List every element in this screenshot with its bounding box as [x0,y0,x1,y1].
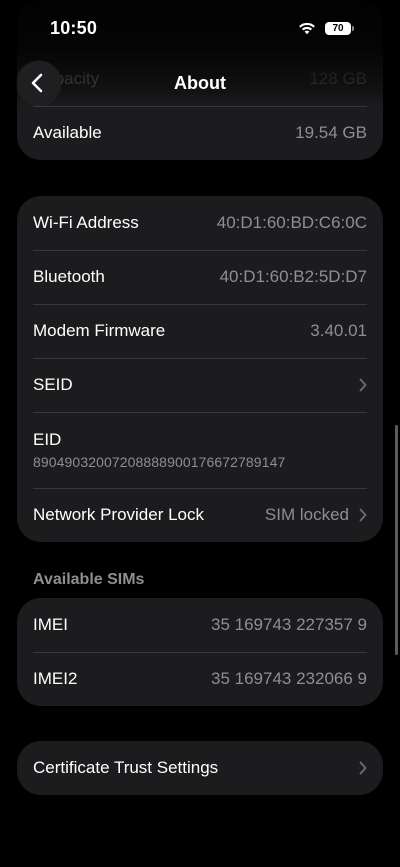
available-sims-header: Available SIMs [33,571,145,588]
modem-firmware-value: 3.40.01 [310,321,367,340]
bluetooth-value: 40:D1:60:B2:5D:D7 [219,267,367,286]
seid-row[interactable]: SEID [17,358,383,412]
imei2-label: IMEI2 [33,669,78,688]
network-provider-lock-row[interactable]: Network Provider Lock SIM locked [17,488,383,542]
network-provider-lock-label: Network Provider Lock [33,505,205,524]
imei-row: IMEI 35 169743 227357 9 [17,598,383,652]
bluetooth-label: Bluetooth [33,267,105,286]
certificate-trust-settings-row[interactable]: Certificate Trust Settings [17,741,383,795]
eid-row: EID 89049032007208888900176672789147 [17,412,383,488]
modem-firmware-row: Modem Firmware 3.40.01 [17,304,383,358]
battery-icon: 70 [325,22,351,35]
chevron-right-icon [359,378,367,392]
network-provider-lock-value: SIM locked [264,505,349,524]
available-label: Available [33,123,102,142]
available-row: Available 19.54 GB [17,106,383,160]
certificate-trust-group: Certificate Trust Settings [17,741,383,795]
imei-label: IMEI [33,615,68,634]
wifi-address-value: 40:D1:60:BD:C6:0C [216,213,367,232]
eid-value: 89049032007208888900176672789147 [33,454,286,470]
seid-label: SEID [33,375,73,394]
scroll-indicator[interactable] [395,425,398,655]
certificate-trust-settings-label: Certificate Trust Settings [33,758,219,777]
wifi-icon [299,22,315,35]
wifi-address-row: Wi-Fi Address 40:D1:60:BD:C6:0C [17,196,383,250]
modem-firmware-label: Modem Firmware [33,321,166,340]
status-bar: 10:50 70 [0,0,400,56]
wifi-address-label: Wi-Fi Address [33,213,139,232]
chevron-right-icon [359,761,367,775]
navigation-bar: About [0,56,400,112]
imei-value: 35 169743 227357 9 [211,615,367,634]
status-time: 10:50 [50,18,98,38]
chevron-right-icon [359,508,367,522]
available-value: 19.54 GB [295,123,367,142]
imei2-value: 35 169743 232066 9 [211,669,367,688]
network-info-group: Wi-Fi Address 40:D1:60:BD:C6:0C Bluetoot… [17,196,383,542]
eid-label: EID [33,430,62,449]
battery-nub [352,26,354,31]
page-title: About [174,73,226,93]
sims-group: IMEI 35 169743 227357 9 IMEI2 35 169743 … [17,598,383,706]
imei2-row: IMEI2 35 169743 232066 9 [17,652,383,706]
bluetooth-row: Bluetooth 40:D1:60:B2:5D:D7 [17,250,383,304]
